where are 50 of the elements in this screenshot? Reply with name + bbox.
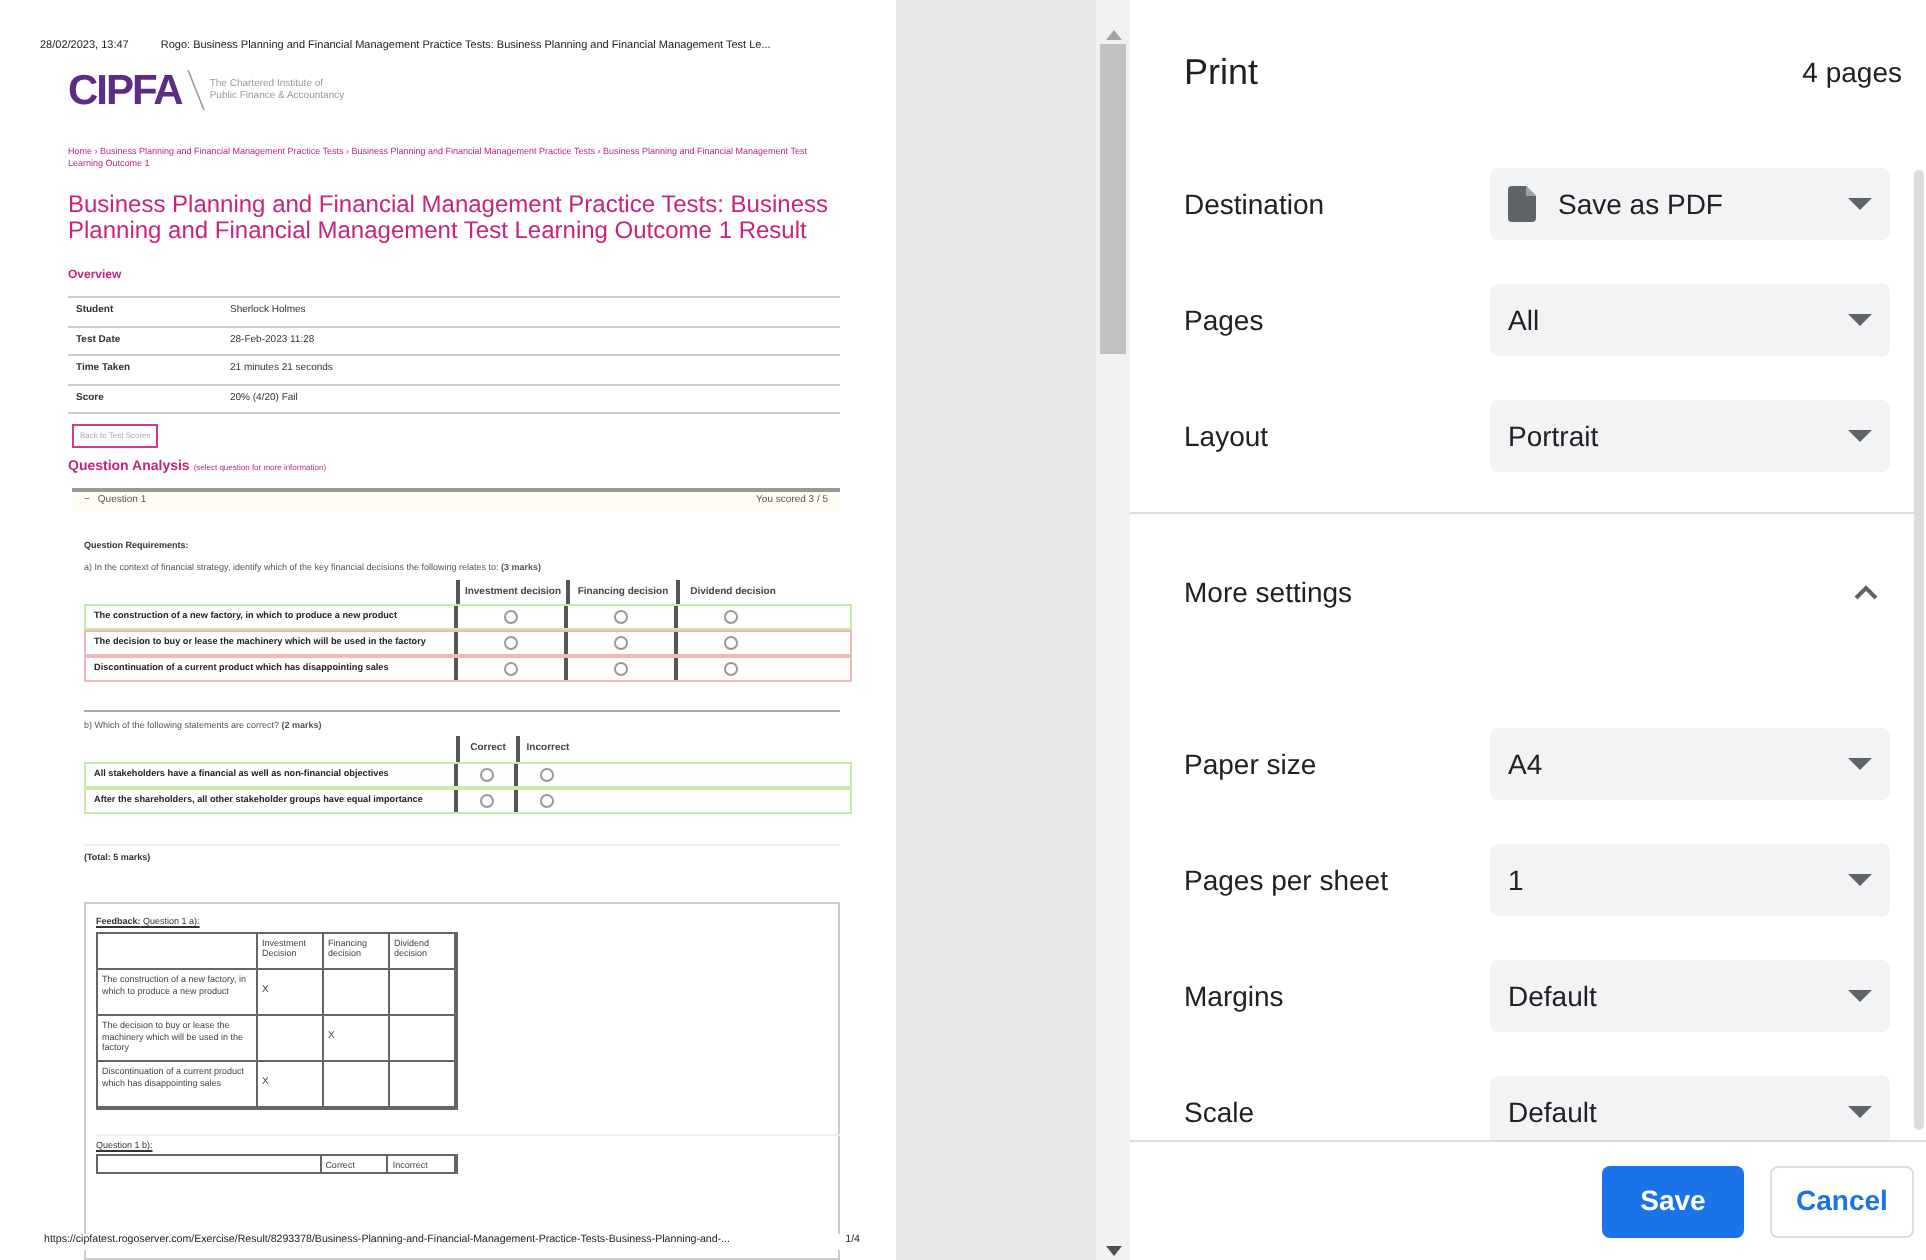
radio-button[interactable] xyxy=(539,767,553,782)
dropdown-caret-icon xyxy=(1848,758,1872,770)
page-title: Business Planning and Financial Management Practice Tests: Business Planning and Financial Management Test Learning Outcome 1 Result xyxy=(68,192,828,245)
scroll-up-arrow-icon[interactable] xyxy=(1105,30,1121,40)
setting-dropdown[interactable]: Default xyxy=(1490,1076,1890,1140)
page-count: 4 pages xyxy=(1802,54,1902,92)
radio-button[interactable] xyxy=(614,662,628,677)
radio-button[interactable] xyxy=(539,793,553,808)
radio-button[interactable] xyxy=(724,636,738,651)
scrollbar-thumb[interactable] xyxy=(1914,170,1924,1130)
cancel-button[interactable]: Cancel xyxy=(1770,1165,1914,1237)
radio-button[interactable] xyxy=(479,793,493,808)
setting-label: Pages per sheet xyxy=(1184,861,1390,900)
setting-dropdown[interactable]: 1 xyxy=(1490,844,1890,916)
print-title: Print xyxy=(1184,50,1259,96)
preview-scrollbar[interactable] xyxy=(1096,0,1130,1260)
table-cell xyxy=(324,970,390,1017)
scroll-down-arrow-icon[interactable] xyxy=(1105,1246,1121,1256)
setting-label: Pages xyxy=(1184,301,1266,340)
logo-slash-icon xyxy=(185,68,206,113)
radio-button[interactable] xyxy=(504,662,518,677)
radio-button[interactable] xyxy=(614,636,628,651)
setting-dropdown[interactable]: All xyxy=(1490,284,1890,356)
table-cell xyxy=(258,1016,324,1063)
setting-dropdown[interactable]: Portrait xyxy=(1490,400,1890,472)
setting-label: Margins xyxy=(1184,977,1286,1016)
dropdown-caret-icon xyxy=(1848,1106,1872,1118)
save-button[interactable]: Save xyxy=(1602,1165,1744,1237)
dropdown-caret-icon xyxy=(1848,198,1872,210)
radio-button[interactable] xyxy=(504,636,518,651)
dropdown-caret-icon xyxy=(1848,430,1872,442)
setting-dropdown[interactable]: Save as PDF xyxy=(1490,168,1890,240)
setting-label: Scale xyxy=(1184,1093,1257,1131)
setting-dropdown[interactable]: A4 xyxy=(1490,728,1890,800)
radio-button[interactable] xyxy=(614,610,628,625)
document-icon xyxy=(1508,186,1536,222)
logo-text: CIPFA xyxy=(68,69,182,112)
dropdown-caret-icon xyxy=(1848,314,1872,326)
radio-button[interactable] xyxy=(724,662,738,677)
radio-button[interactable] xyxy=(504,610,518,625)
setting-label: Paper size xyxy=(1184,745,1319,784)
radio-button[interactable] xyxy=(724,610,738,625)
setting-dropdown[interactable]: Default xyxy=(1490,960,1890,1032)
more-settings-toggle[interactable]: More settings xyxy=(1130,514,1914,670)
dropdown-caret-icon xyxy=(1848,990,1872,1002)
scrollbar-thumb[interactable] xyxy=(1100,44,1126,354)
dropdown-caret-icon xyxy=(1848,874,1872,886)
radio-button[interactable] xyxy=(479,767,493,782)
setting-label: Destination xyxy=(1184,185,1327,223)
setting-label: Layout xyxy=(1184,417,1271,456)
